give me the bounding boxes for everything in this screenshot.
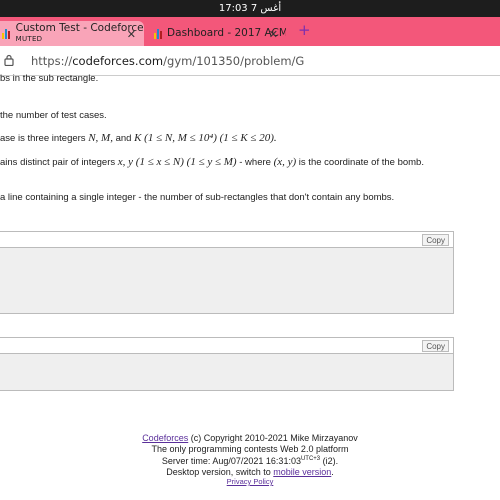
input-spec-line: the number of test cases. [0, 110, 107, 121]
sample-input-header: Copy [0, 232, 453, 248]
copy-output-button[interactable]: Copy [422, 340, 449, 352]
close-tab-icon[interactable]: ✕ [269, 28, 278, 41]
codeforces-favicon-icon [154, 28, 163, 39]
sample-input-box: Copy [0, 231, 454, 314]
copy-input-button[interactable]: Copy [422, 234, 449, 246]
page-content: bs in the sub rectangle. the number of t… [0, 73, 500, 500]
tab-strip: Custom Test - Codeforces MUTED ✕ Dashboa… [0, 17, 500, 46]
input-spec-line: ains distinct pair of integers x, y (1 ≤… [0, 156, 424, 168]
tab-muted-label: MUTED [15, 34, 43, 43]
url-text[interactable]: https://codeforces.com/gym/101350/proble… [31, 54, 304, 68]
footer: Codeforces (c) Copyright 2010-2021 Mike … [0, 433, 500, 488]
tab-custom-test[interactable]: Custom Test - Codeforces MUTED ✕ [0, 21, 144, 46]
system-top-bar: 17:03 7 أغس [0, 0, 500, 17]
mobile-version-link[interactable]: mobile version [273, 467, 331, 477]
input-spec-line: ase is three integers N, M, and K (1 ≤ N… [0, 132, 277, 144]
privacy-policy-link[interactable]: Privacy Policy [227, 477, 274, 486]
server-time: Server time: Aug/07/2021 16:31:03UTC+3 (… [161, 456, 339, 466]
tab-dashboard[interactable]: Dashboard - 2017 ACM A ✕ [146, 21, 286, 46]
new-tab-button[interactable]: + [298, 21, 311, 39]
tab-title: Custom Test - Codeforces [15, 22, 144, 34]
output-spec-line: a line containing a single integer - the… [0, 192, 395, 203]
statement-line: bs in the sub rectangle. [0, 73, 99, 84]
codeforces-favicon-icon [2, 28, 12, 39]
close-tab-icon[interactable]: ✕ [127, 28, 136, 41]
codeforces-link[interactable]: Codeforces [142, 433, 188, 443]
sample-output-box: Copy [0, 337, 454, 391]
system-clock[interactable]: 17:03 7 أغس [219, 3, 281, 14]
address-bar[interactable]: https://codeforces.com/gym/101350/proble… [0, 46, 500, 76]
sample-output-header: Copy [0, 338, 453, 354]
lock-icon [4, 54, 14, 66]
footer-tagline: The only programming contests Web 2.0 pl… [151, 443, 349, 454]
